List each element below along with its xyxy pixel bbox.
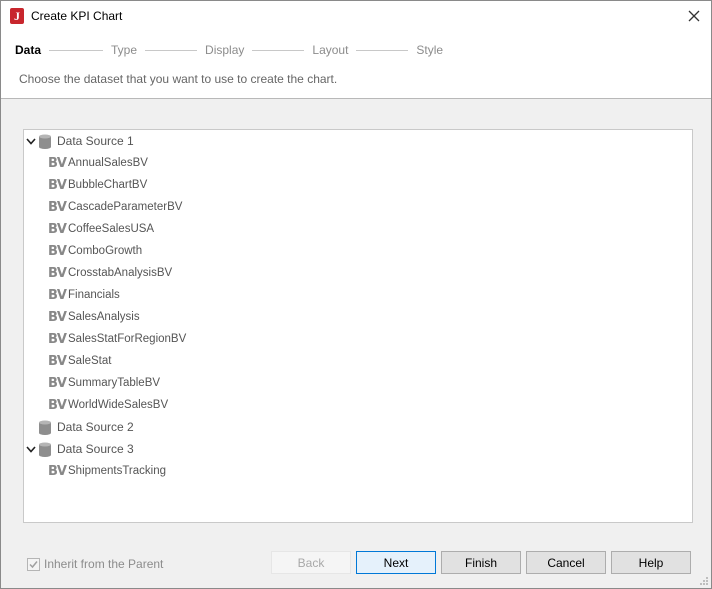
spacer — [25, 421, 37, 433]
tree-node-label: ComboGrowth — [68, 245, 143, 257]
tree-node-data-source[interactable]: Data Source 3 — [24, 438, 134, 460]
tree-node-business-view[interactable]: BV CascadeParameterBV — [48, 196, 182, 218]
chevron-down-icon[interactable] — [25, 443, 37, 455]
help-button[interactable]: Help — [611, 551, 691, 574]
tree-node-business-view[interactable]: BV BubbleChartBV — [48, 174, 147, 196]
tree-node-label: CrosstabAnalysisBV — [68, 267, 173, 279]
tree-node-label: Financials — [68, 289, 120, 301]
business-view-icon: BV — [48, 287, 67, 303]
tree-node-label: SummaryTableBV — [68, 377, 161, 389]
tree-node-label: CascadeParameterBV — [68, 201, 183, 213]
checkmark-icon — [29, 560, 38, 568]
tree-node-business-view[interactable]: BV SaleStat — [48, 350, 111, 372]
tree-node-business-view[interactable]: BV Financials — [48, 284, 120, 306]
business-view-icon: BV — [48, 331, 67, 347]
tree-node-label: SaleStat — [68, 355, 112, 367]
business-view-icon: BV — [48, 177, 67, 193]
tree-node-business-view[interactable]: BV SalesAnalysis — [48, 306, 140, 328]
tree-node-business-view[interactable]: BV WorldWideSalesBV — [48, 394, 168, 416]
tree-node-business-view[interactable]: BV SummaryTableBV — [48, 372, 160, 394]
wizard-step-display: Display — [205, 43, 245, 57]
title-bar: J Create KPI Chart — [1, 1, 711, 32]
business-view-icon: BV — [48, 155, 67, 171]
step-divider — [145, 49, 198, 51]
tree-node-business-view[interactable]: BV AnnualSalesBV — [48, 152, 148, 174]
instruction-text: Choose the dataset that you want to use … — [19, 72, 338, 86]
close-icon[interactable] — [685, 7, 703, 25]
tree-node-business-view[interactable]: BV ShipmentsTracking — [48, 460, 166, 482]
next-button[interactable]: Next — [356, 551, 436, 574]
database-icon — [39, 134, 51, 149]
resize-grip-icon[interactable] — [699, 576, 709, 586]
tree-node-label: ShipmentsTracking — [68, 465, 167, 477]
tree-node-label: Data Source 1 — [57, 134, 134, 148]
wizard-steps: Data Type Display Layout Style — [15, 42, 443, 58]
tree-node-label: CoffeeSalesUSA — [68, 223, 155, 235]
tree-node-label: Data Source 3 — [57, 442, 134, 456]
step-divider — [49, 49, 104, 51]
business-view-icon: BV — [48, 199, 67, 215]
wizard-step-style: Style — [416, 43, 444, 57]
tree-node-label: WorldWideSalesBV — [68, 399, 169, 411]
tree-node-business-view[interactable]: BV CrosstabAnalysisBV — [48, 262, 172, 284]
business-view-icon: BV — [48, 353, 67, 369]
tree-node-business-view[interactable]: BV CoffeeSalesUSA — [48, 218, 154, 240]
tree-node-data-source[interactable]: Data Source 2 — [24, 416, 134, 438]
tree-node-label: BubbleChartBV — [68, 179, 148, 191]
business-view-icon: BV — [48, 221, 67, 237]
dataset-tree[interactable]: Data Source 1 BV AnnualSalesBV BV BubbleChar… — [23, 129, 693, 523]
tree-node-business-view[interactable]: BV SalesStatForRegionBV — [48, 328, 186, 350]
tree-node-label: AnnualSalesBV — [68, 157, 148, 169]
dialog-body: Data Source 1 BV AnnualSalesBV BV BubbleChar… — [1, 99, 711, 588]
dialog-window: J Create KPI Chart Data Type Display Lay… — [0, 0, 712, 589]
business-view-icon: BV — [48, 265, 67, 281]
inherit-option[interactable]: Inherit from the Parent — [27, 557, 163, 571]
business-view-icon: BV — [48, 463, 67, 479]
business-view-icon: BV — [48, 309, 67, 325]
tree-node-data-source[interactable]: Data Source 1 — [24, 130, 134, 152]
window-title: Create KPI Chart — [31, 9, 123, 23]
tree-node-label: SalesAnalysis — [68, 311, 140, 323]
inherit-checkbox[interactable] — [27, 557, 40, 571]
wizard-step-layout: Layout — [312, 43, 349, 57]
finish-button[interactable]: Finish — [441, 551, 521, 574]
wizard-step-type: Type — [111, 43, 138, 57]
tree-node-label: SalesStatForRegionBV — [68, 333, 187, 345]
database-icon — [39, 420, 51, 435]
chevron-down-icon[interactable] — [25, 135, 37, 147]
inherit-label: Inherit from the Parent — [44, 557, 164, 571]
step-divider — [252, 49, 305, 51]
step-divider — [356, 49, 409, 51]
business-view-icon: BV — [48, 243, 67, 259]
database-icon — [39, 442, 51, 457]
wizard-step-data: Data — [15, 43, 42, 57]
back-button[interactable]: Back — [271, 551, 351, 574]
tree-node-business-view[interactable]: BV ComboGrowth — [48, 240, 142, 262]
business-view-icon: BV — [48, 375, 67, 391]
business-view-icon: BV — [48, 397, 67, 413]
cancel-button[interactable]: Cancel — [526, 551, 606, 574]
tree-node-label: Data Source 2 — [57, 420, 134, 434]
app-logo-icon: J — [10, 8, 24, 24]
